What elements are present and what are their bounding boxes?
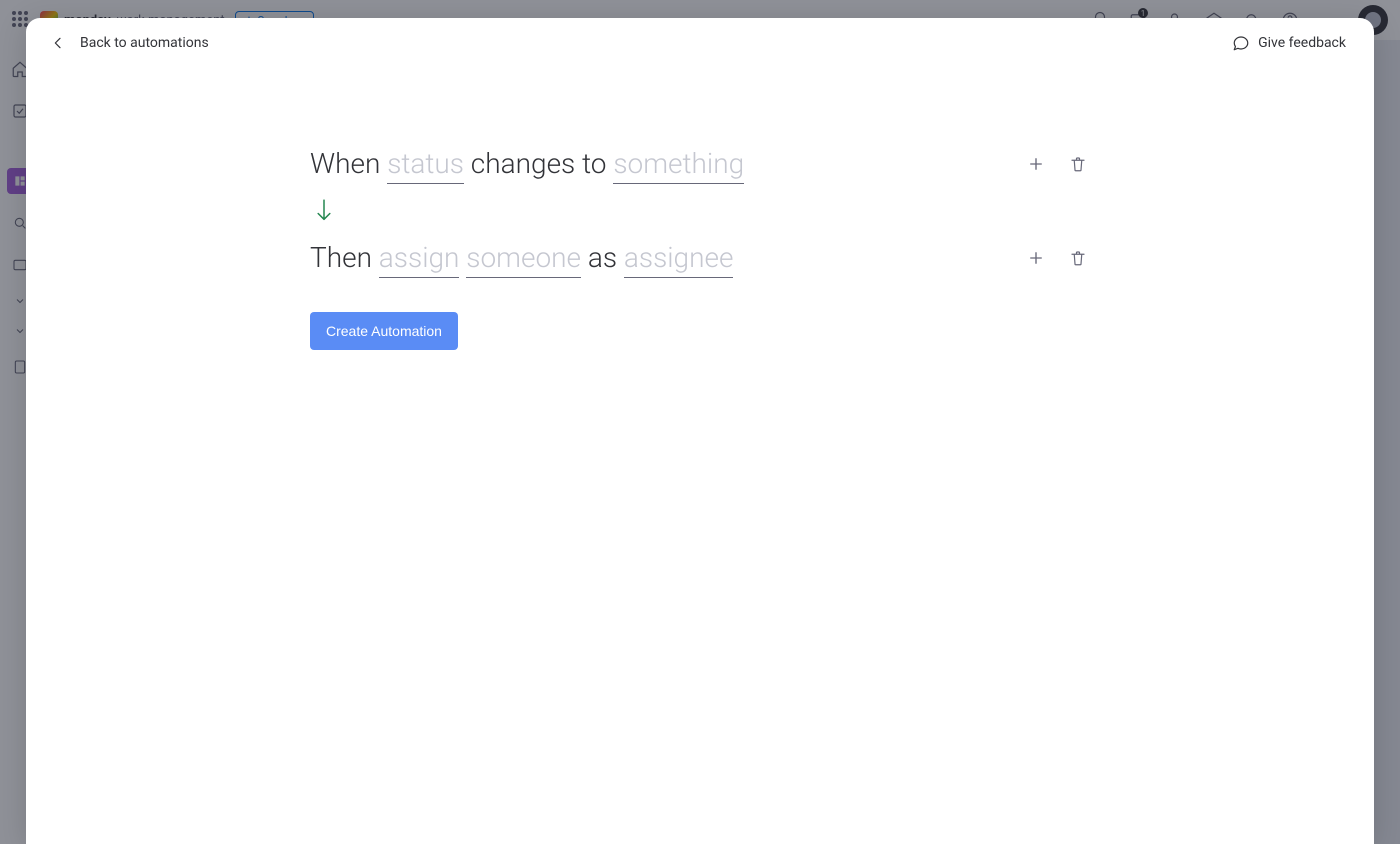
trash-icon (1069, 249, 1087, 267)
create-row: Create Automation (310, 312, 1090, 350)
modal-body: When status changes to something (26, 64, 1374, 844)
plus-icon (1027, 249, 1045, 267)
action-space1 (459, 238, 466, 278)
trigger-value-slot[interactable]: something (613, 144, 744, 184)
delete-trigger-button[interactable] (1066, 152, 1090, 176)
back-label: Back to automations (80, 35, 209, 51)
give-feedback-link[interactable]: Give feedback (1232, 34, 1346, 52)
plus-icon (1027, 155, 1045, 173)
delete-action-button[interactable] (1066, 246, 1090, 270)
trigger-prefix: When (310, 144, 387, 184)
automation-builder-modal: Back to automations Give feedback When s… (26, 18, 1374, 844)
chat-icon (1232, 34, 1250, 52)
action-actions (1024, 246, 1090, 270)
add-action-button[interactable] (1024, 246, 1048, 270)
arrow-down-icon (314, 198, 334, 224)
action-row: Then assign someone as assignee (310, 238, 1090, 278)
trigger-text: When status changes to something (310, 144, 744, 184)
modal-header: Back to automations Give feedback (26, 18, 1374, 64)
trigger-column-slot[interactable]: status (387, 144, 464, 184)
chevron-left-icon (50, 35, 66, 51)
action-verb-slot[interactable]: assign (379, 238, 460, 278)
automation-builder: When status changes to something (310, 144, 1090, 844)
trigger-row: When status changes to something (310, 144, 1090, 184)
action-person-slot[interactable]: someone (466, 238, 581, 278)
action-prefix: Then (310, 238, 379, 278)
back-to-automations-link[interactable]: Back to automations (50, 35, 209, 51)
flow-arrow-row (310, 184, 1090, 238)
trash-icon (1069, 155, 1087, 173)
action-role-slot[interactable]: assignee (624, 238, 734, 278)
trigger-actions (1024, 152, 1090, 176)
action-text: Then assign someone as assignee (310, 238, 733, 278)
action-middle: as (581, 238, 624, 278)
feedback-label: Give feedback (1258, 35, 1346, 51)
add-trigger-button[interactable] (1024, 152, 1048, 176)
create-automation-button[interactable]: Create Automation (310, 312, 458, 350)
trigger-middle: changes to (464, 144, 613, 184)
